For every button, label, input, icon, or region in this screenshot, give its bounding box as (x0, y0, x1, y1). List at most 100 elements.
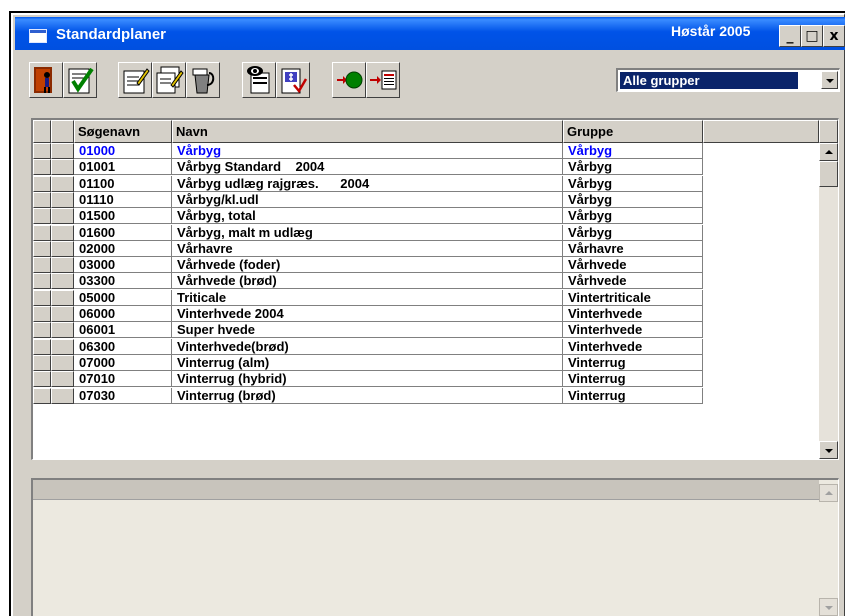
cell-sogenavn[interactable]: 07000 (74, 354, 172, 371)
row-selector[interactable] (33, 371, 51, 388)
cell-navn[interactable]: Vårhvede (brød) (172, 273, 563, 290)
row-selector[interactable] (33, 354, 51, 371)
cell-sogenavn[interactable]: 02000 (74, 240, 172, 257)
notes-panel[interactable] (31, 478, 839, 616)
cell-gruppe[interactable]: Vårhavre (563, 240, 703, 257)
row-selector[interactable] (33, 289, 51, 306)
row-selector[interactable] (33, 143, 51, 159)
row-selector[interactable] (33, 191, 51, 208)
cell-gruppe[interactable]: Vårbyg (563, 191, 703, 208)
cell-navn[interactable]: Vårhavre (172, 240, 563, 257)
row-selector[interactable] (33, 240, 51, 257)
delete-button[interactable] (186, 62, 220, 98)
table-row[interactable]: 01001 Vårbyg Standard 2004 Vårbyg (33, 159, 819, 176)
minimize-button[interactable]: _ (779, 25, 801, 47)
cell-sogenavn[interactable]: 07030 (74, 387, 172, 404)
column-header-gruppe[interactable]: Gruppe (563, 120, 703, 143)
scroll-up-arrow-icon[interactable] (819, 143, 838, 161)
cell-navn[interactable]: Vårbyg Standard 2004 (172, 159, 563, 176)
import-button[interactable] (332, 62, 366, 98)
cell-navn[interactable]: Vårbyg, total (172, 208, 563, 225)
row-selector[interactable] (33, 159, 51, 176)
cell-sogenavn[interactable]: 06300 (74, 338, 172, 355)
cell-gruppe[interactable]: Vinterrug (563, 387, 703, 404)
cell-gruppe[interactable]: Vinterrug (563, 371, 703, 388)
cell-sogenavn[interactable]: 01110 (74, 191, 172, 208)
row-selector[interactable] (33, 257, 51, 274)
cell-gruppe[interactable]: Vårbyg (563, 224, 703, 241)
edit-button[interactable] (118, 62, 152, 98)
table-row[interactable]: 06000 Vinterhvede 2004 Vinterhvede (33, 306, 819, 322)
column-header-extra[interactable] (703, 120, 819, 143)
notes-scrollbar[interactable] (819, 480, 838, 616)
table-row[interactable]: 01100 Vårbyg udlæg rajgræs. 2004 Vårbyg (33, 175, 819, 192)
exit-button[interactable] (29, 62, 63, 98)
approve-button[interactable] (63, 62, 97, 98)
cell-sogenavn[interactable]: 01001 (74, 159, 172, 176)
cell-gruppe[interactable]: Vårhvede (563, 257, 703, 274)
price-calc-button[interactable] (276, 62, 310, 98)
copy-edit-button[interactable] (152, 62, 186, 98)
table-row[interactable]: 06300 Vinterhvede(brød) Vinterhvede (33, 338, 819, 355)
row-selector[interactable] (33, 208, 51, 225)
cell-gruppe[interactable]: Vinterrug (563, 354, 703, 371)
row-selector[interactable] (33, 338, 51, 355)
column-header-navn[interactable]: Navn (172, 120, 563, 143)
cell-sogenavn[interactable]: 03300 (74, 273, 172, 290)
table-row[interactable]: 03000 Vårhvede (foder) Vårhvede (33, 257, 819, 274)
table-row[interactable]: 01000 Vårbyg Vårbyg (33, 143, 819, 159)
export-button[interactable] (366, 62, 400, 98)
table-row[interactable]: 01500 Vårbyg, total Vårbyg (33, 208, 819, 225)
cell-sogenavn[interactable]: 03000 (74, 257, 172, 274)
cell-gruppe[interactable]: Vinterhvede (563, 306, 703, 322)
notes-scroll-down-icon[interactable] (819, 598, 838, 616)
table-row[interactable]: 02000 Vårhavre Vårhavre (33, 240, 819, 257)
row-selector[interactable] (33, 273, 51, 290)
cell-navn[interactable]: Vårbyg, malt m udlæg (172, 224, 563, 241)
table-row[interactable]: 05000 Triticale Vintertriticale (33, 289, 819, 306)
cell-gruppe[interactable]: Vintertriticale (563, 289, 703, 306)
cell-navn[interactable]: Vinterrug (hybrid) (172, 371, 563, 388)
cell-sogenavn[interactable]: 05000 (74, 289, 172, 306)
cell-navn[interactable]: Vinterrug (brød) (172, 387, 563, 404)
cell-navn[interactable]: Vinterrug (alm) (172, 354, 563, 371)
cell-sogenavn[interactable]: 01100 (74, 175, 172, 192)
group-filter-select[interactable]: Alle grupper (616, 68, 840, 92)
view-button[interactable] (242, 62, 276, 98)
table-row[interactable]: 07030 Vinterrug (brød) Vinterrug (33, 387, 819, 404)
cell-gruppe[interactable]: Vårhvede (563, 273, 703, 290)
cell-navn[interactable]: Vårbyg/kl.udl (172, 191, 563, 208)
row-selector[interactable] (33, 224, 51, 241)
cell-gruppe[interactable]: Vårbyg (563, 175, 703, 192)
row-selector[interactable] (33, 322, 51, 339)
cell-sogenavn[interactable]: 01500 (74, 208, 172, 225)
title-bar[interactable]: Standardplaner Høstår 2005 _ □ x (15, 17, 845, 50)
cell-sogenavn[interactable]: 06000 (74, 306, 172, 322)
cell-gruppe[interactable]: Vårbyg (563, 208, 703, 225)
cell-gruppe[interactable]: Vårbyg (563, 159, 703, 176)
column-header-sogenavn[interactable]: Søgenavn (74, 120, 172, 143)
cell-navn[interactable]: Vårbyg (172, 143, 563, 159)
cell-gruppe[interactable]: Vårbyg (563, 143, 703, 159)
table-row[interactable]: 07000 Vinterrug (alm) Vinterrug (33, 354, 819, 371)
table-row[interactable]: 01600 Vårbyg, malt m udlæg Vårbyg (33, 224, 819, 241)
cell-navn[interactable]: Triticale (172, 289, 563, 306)
cell-gruppe[interactable]: Vinterhvede (563, 338, 703, 355)
cell-navn[interactable]: Vårhvede (foder) (172, 257, 563, 274)
row-selector[interactable] (33, 306, 51, 322)
cell-navn[interactable]: Vårbyg udlæg rajgræs. 2004 (172, 175, 563, 192)
scroll-thumb[interactable] (819, 161, 838, 187)
table-row[interactable]: 03300 Vårhvede (brød) Vårhvede (33, 273, 819, 290)
close-button[interactable]: x (823, 25, 845, 47)
cell-navn[interactable]: Vinterhvede(brød) (172, 338, 563, 355)
table-row[interactable]: 07010 Vinterrug (hybrid) Vinterrug (33, 371, 819, 388)
cell-navn[interactable]: Vinterhvede 2004 (172, 306, 563, 322)
row-selector[interactable] (33, 175, 51, 192)
cell-sogenavn[interactable]: 06001 (74, 322, 172, 339)
cell-sogenavn[interactable]: 01000 (74, 143, 172, 159)
cell-sogenavn[interactable]: 07010 (74, 371, 172, 388)
cell-gruppe[interactable]: Vinterhvede (563, 322, 703, 339)
grid-vertical-scrollbar[interactable] (819, 143, 838, 459)
cell-sogenavn[interactable]: 01600 (74, 224, 172, 241)
notes-scroll-up-icon[interactable] (819, 484, 838, 502)
